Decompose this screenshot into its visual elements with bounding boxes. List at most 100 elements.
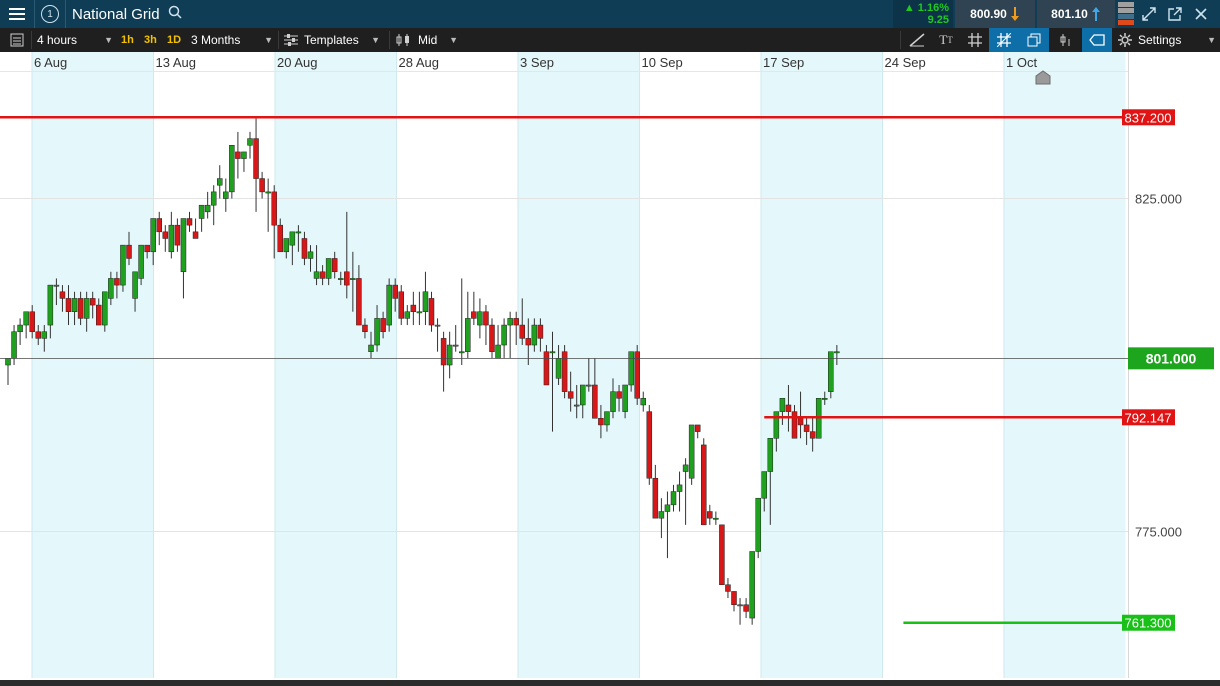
candle-down [192,231,199,239]
arrow-down-icon [1010,7,1019,21]
candle-down [797,418,804,426]
price-type-select[interactable]: Mid ▼ [396,28,458,52]
text-tool-icon[interactable]: TT [931,28,961,52]
templates-select[interactable]: Templates ▼ [284,28,380,52]
candle-down [652,477,659,519]
x-tick-label: 1 Oct [1006,55,1037,70]
candle-down [392,284,398,299]
candle-down [162,231,169,239]
candle-up [5,358,11,366]
crosshair-grid-icon[interactable] [989,28,1019,52]
x-tick-label: 20 Aug [277,55,318,70]
market-depth-icon[interactable] [1118,2,1134,26]
price-chart[interactable]: 6 Aug 13 Aug 20 Aug 28 Aug 3 Sep 10 Sep 17 Sep… [0,52,1220,680]
candle-down [483,311,489,326]
candle-down [144,244,150,253]
top-bar: 1 National Grid ▲ 1.16% 9.25 800.90 801.… [0,0,1220,28]
candle-down [96,304,102,326]
sell-price: 800.90 [970,7,1007,21]
candle-down [428,298,435,326]
candle-up [604,411,610,426]
candle-down [89,298,96,306]
gear-icon [1118,33,1132,47]
candle-up [338,278,344,280]
candle-up [71,298,78,312]
candle-up [622,384,628,412]
sell-price-button[interactable]: 800.90 [955,0,1035,28]
date-bands [32,52,1126,678]
candle-up [404,311,411,319]
templates-label: Templates [304,33,359,47]
candle-up [229,145,235,193]
candle-up [247,138,253,146]
arrow-up-icon [1091,7,1100,21]
menu-button[interactable] [0,0,34,28]
instrument-area[interactable]: National Grid [65,0,182,28]
candle-up [549,351,556,354]
candle-up [658,511,665,519]
tag-icon[interactable] [1082,28,1112,52]
candle-up [688,424,695,479]
interval-1d[interactable]: 1D [167,28,181,52]
candle-up [108,278,114,299]
candle-up [586,384,592,387]
candle-down [561,351,568,392]
window-badge[interactable]: 1 [34,0,65,28]
candle-up [23,311,29,326]
week-band [761,52,883,678]
candle-up [676,484,683,492]
close-icon[interactable] [1186,0,1216,28]
grid-icon[interactable] [960,28,990,52]
level-label: 792.147 [1125,410,1172,425]
layers-icon[interactable] [1019,28,1049,52]
search-icon[interactable] [168,5,182,24]
candle-down [35,331,41,339]
candle-down [29,311,35,332]
candle-up [477,311,483,326]
candle-up [102,291,108,326]
candle-up [555,358,562,379]
candle-up [295,231,302,234]
candle-down [701,444,707,526]
interval-1h[interactable]: 1h [121,28,134,52]
candle-down [277,224,283,253]
hamburger-icon [9,8,25,20]
draw-line-icon[interactable] [902,28,932,52]
interval-3h[interactable]: 3h [144,28,157,52]
candle-down [489,324,495,352]
indicator-icon[interactable] [1051,28,1081,52]
candle-down [331,258,338,273]
interval-select[interactable]: 4 hours ▼ [37,28,113,52]
candle-down [77,298,84,319]
chevron-down-icon: ▼ [1207,35,1216,45]
week-band [32,52,154,678]
x-tick-label: 3 Sep [520,55,554,70]
candle-up [640,398,646,406]
candle-up [241,151,247,159]
week-band [275,52,397,678]
candle-up [265,191,271,194]
scrollbar-track[interactable] [0,680,1220,686]
window-number-badge: 1 [41,5,59,23]
candle-down [114,278,120,286]
candle-down [731,591,737,605]
chevron-down-icon: ▼ [264,35,273,45]
candle-down [803,424,810,432]
candle-up [11,331,17,359]
candle-up [150,218,156,253]
candle-down [156,218,162,233]
chevron-down-icon: ▼ [371,35,380,45]
buy-price-button[interactable]: 801.10 [1037,0,1115,28]
candle-up [828,351,834,392]
candle-up [210,191,217,206]
candle-down [543,351,550,386]
candle-down [567,391,574,399]
settings-button[interactable]: Settings ▼ [1118,28,1216,52]
price-change: ▲ 1.16% 9.25 [893,0,953,28]
candle-down [253,138,259,179]
candles-icon [396,34,409,46]
list-icon[interactable] [2,28,32,52]
range-select[interactable]: 3 Months ▼ [191,28,273,52]
candle-down [513,318,519,326]
candle-up [283,238,290,253]
